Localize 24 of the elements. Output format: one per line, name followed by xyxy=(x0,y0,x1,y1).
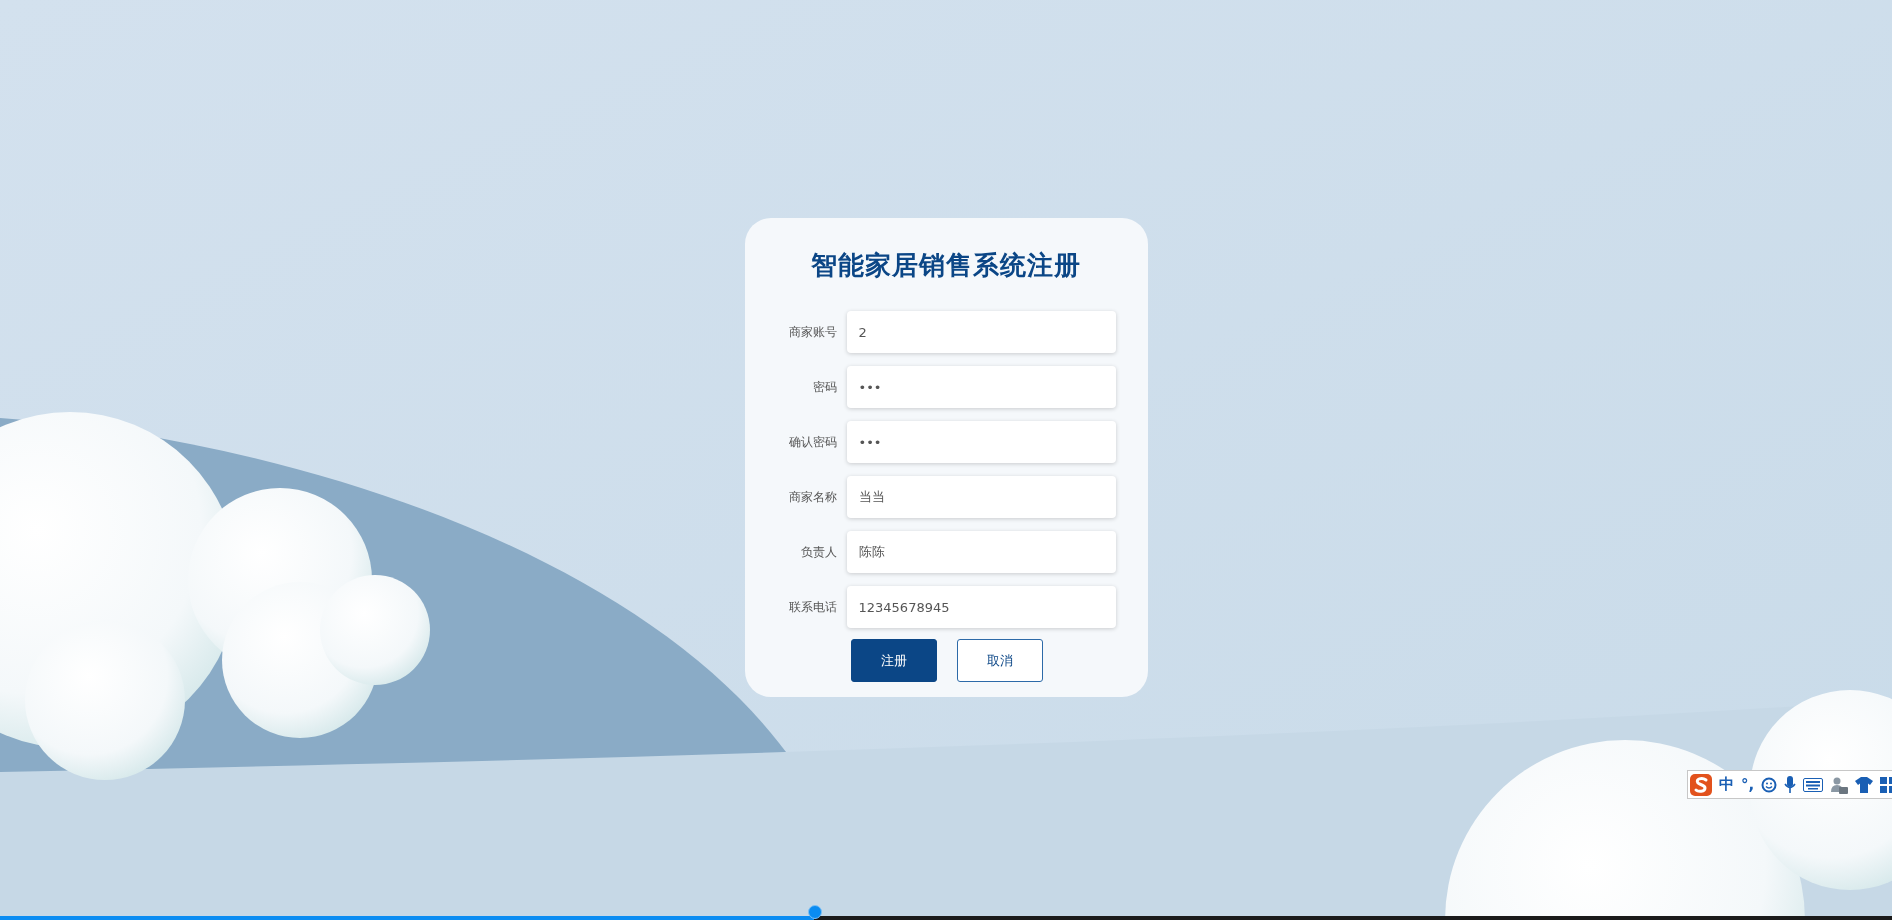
input-field[interactable]: ••• xyxy=(846,421,1116,463)
input-field[interactable]: 陈陈 xyxy=(846,531,1116,573)
field-label: 商家账号 xyxy=(787,323,837,341)
shirt-icon[interactable] xyxy=(1855,776,1874,793)
form-title: 智能家居销售系统注册 xyxy=(811,249,1081,282)
input-field[interactable]: 12345678945 xyxy=(846,586,1116,628)
field-label: 确认密码 xyxy=(787,433,837,451)
smiley-icon[interactable] xyxy=(1761,776,1778,793)
ime-button[interactable]: 中 xyxy=(1719,775,1734,794)
field-label: 联系电话 xyxy=(787,598,837,616)
person-icon[interactable] xyxy=(1830,775,1849,794)
field-label: 密码 xyxy=(811,378,837,396)
logo-icon[interactable] xyxy=(1690,773,1712,796)
microphone-icon[interactable] xyxy=(1784,775,1797,794)
field-label: 负责人 xyxy=(799,543,837,561)
ime-button[interactable]: °, xyxy=(1741,775,1755,794)
input-field[interactable]: ••• xyxy=(846,366,1116,408)
input-field[interactable]: 2 xyxy=(846,311,1116,353)
input-field[interactable]: 当当 xyxy=(846,476,1116,518)
field-label: 商家名称 xyxy=(787,488,837,506)
grid-icon[interactable] xyxy=(1880,776,1892,793)
keyboard-icon[interactable] xyxy=(1803,777,1824,792)
register-button[interactable]: 注册 xyxy=(850,639,937,682)
cancel-button[interactable]: 取消 xyxy=(956,639,1043,682)
